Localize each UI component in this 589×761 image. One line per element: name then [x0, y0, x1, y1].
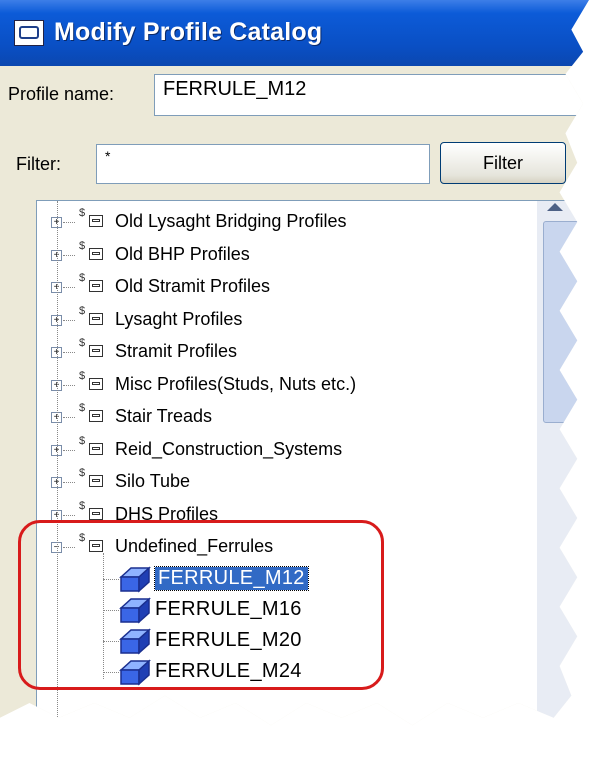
- dollar-icon: $: [79, 207, 86, 219]
- dollar-icon: $: [79, 499, 86, 512]
- dollar-icon: $: [79, 402, 86, 414]
- tree-group-item[interactable]: + $ Reid_Construction_Systems: [37, 435, 537, 465]
- title-bar[interactable]: Modify Profile Catalog: [0, 0, 589, 66]
- catalog-folder-icon: [89, 280, 103, 292]
- dollar-icon: $: [79, 369, 86, 382]
- tree-branch-line: [63, 352, 75, 353]
- app-icon: [14, 20, 44, 46]
- tree-group-label: Lysaght Profiles: [115, 308, 243, 329]
- tree-branch-line: [63, 449, 75, 451]
- catalog-folder-icon: [89, 442, 103, 455]
- scroll-up-arrow-icon[interactable]: [547, 203, 563, 211]
- tree-group-label: Misc Profiles(Studs, Nuts etc.): [115, 373, 357, 394]
- catalog-folder-icon: [89, 215, 103, 227]
- catalog-folder-icon: [89, 345, 103, 357]
- tree-group-item[interactable]: + $ Old BHP Profiles: [37, 240, 537, 270]
- catalog-folder-icon: [89, 475, 103, 487]
- tree-branch-line: [63, 319, 75, 321]
- dollar-icon: $: [79, 337, 86, 349]
- tree-branch-line: [63, 417, 75, 418]
- profile-name-field[interactable]: FERRULE_M12: [154, 74, 589, 116]
- dollar-icon: $: [79, 272, 86, 284]
- tree-group-item[interactable]: + $ Silo Tube: [37, 467, 537, 497]
- tree-group-label: Old BHP Profiles: [115, 243, 250, 264]
- tree-group-item[interactable]: + $ Stramit Profiles: [37, 337, 537, 367]
- dollar-icon: $: [79, 239, 86, 252]
- dollar-icon: $: [79, 467, 86, 479]
- profile-name-label: Profile name:: [8, 84, 115, 104]
- tree-group-item[interactable]: + $ Stair Treads: [37, 402, 537, 432]
- tree-branch-line: [63, 384, 75, 386]
- catalog-folder-icon: [89, 410, 103, 422]
- filter-button[interactable]: Filter: [440, 142, 566, 184]
- tree-group-item[interactable]: + $ Misc Profiles(Studs, Nuts etc.): [37, 370, 537, 400]
- tree-group-item[interactable]: + $ Old Lysaght Bridging Profiles: [37, 207, 537, 237]
- tree-group-label: Old Lysaght Bridging Profiles: [115, 211, 347, 231]
- tree-group-label: Stramit Profiles: [115, 341, 238, 361]
- dollar-icon: $: [79, 304, 86, 317]
- filter-label: Filter:: [16, 154, 61, 174]
- catalog-folder-icon: [89, 312, 103, 325]
- annotation-ring: [18, 520, 384, 690]
- tree-group-item[interactable]: + $ Old Stramit Profiles: [37, 272, 537, 302]
- tree-group-label: Silo Tube: [115, 471, 191, 491]
- scrollbar[interactable]: [537, 201, 589, 726]
- filter-input[interactable]: *: [96, 144, 430, 184]
- tree-next-item[interactable]: I profi: [127, 721, 170, 725]
- tree-group-item[interactable]: + $ Lysaght Profiles: [37, 305, 537, 335]
- tree-branch-line: [63, 254, 75, 256]
- window-title: Modify Profile Catalog: [54, 18, 323, 46]
- catalog-folder-icon: [89, 377, 103, 390]
- scroll-thumb[interactable]: [543, 221, 587, 423]
- catalog-folder-icon: [89, 247, 103, 260]
- tree-branch-line: [63, 482, 75, 483]
- tree-branch-line: [63, 514, 75, 516]
- dollar-icon: $: [79, 434, 86, 447]
- tree-branch-line: [63, 222, 75, 223]
- tree-branch-line: [63, 287, 75, 288]
- modify-profile-catalog-window: Modify Profile Catalog Profile name: FER…: [0, 0, 589, 726]
- catalog-folder-icon: [89, 507, 103, 520]
- tree-group-label: Reid_Construction_Systems: [115, 438, 343, 459]
- tree-group-label: Stair Treads: [115, 406, 213, 426]
- tree-group-label: Old Stramit Profiles: [115, 276, 271, 296]
